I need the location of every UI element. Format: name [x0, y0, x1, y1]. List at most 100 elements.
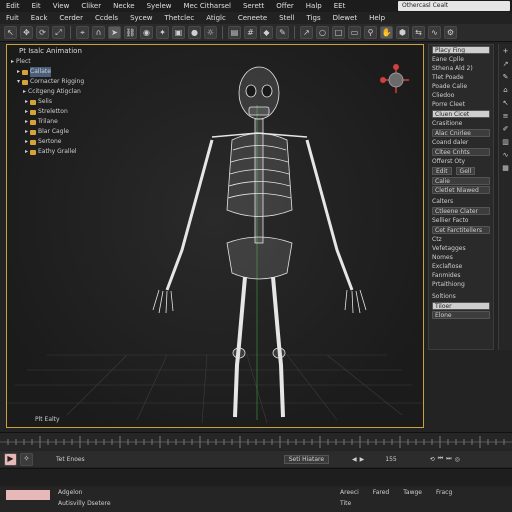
light-icon[interactable]: ✦ — [156, 26, 169, 39]
camera-icon[interactable]: ◉ — [140, 26, 153, 39]
sun-icon[interactable]: ☼ — [204, 26, 217, 39]
cylinder-icon[interactable]: ▭ — [348, 26, 361, 39]
menu-item[interactable]: Dlewet — [333, 14, 357, 22]
menu-item[interactable]: View — [53, 2, 70, 10]
property-row: Nomes — [432, 254, 453, 261]
settings-icon[interactable]: ⚙ — [444, 26, 457, 39]
box-icon[interactable]: □ — [332, 26, 345, 39]
plus-icon[interactable]: + — [501, 47, 510, 56]
pointer-icon[interactable]: ↗ — [300, 26, 313, 39]
brush-icon[interactable]: ✎ — [501, 73, 510, 82]
dropdown-field[interactable]: Cltee Cnhts — [432, 148, 490, 156]
grid-icon[interactable]: # — [244, 26, 257, 39]
menu-item[interactable]: Serett — [243, 2, 264, 10]
prev-key-icon[interactable]: ⏮ — [438, 455, 443, 463]
status-right-item[interactable]: Tawge — [403, 489, 422, 496]
play-icon[interactable]: ▶ — [360, 456, 365, 463]
menu-item[interactable]: Eit — [32, 2, 41, 10]
status-right-item[interactable]: Fracg — [436, 489, 452, 496]
magnet-icon[interactable]: ∩ — [92, 26, 105, 39]
menu-item[interactable]: Eack — [31, 14, 48, 22]
property-row: Fanmides — [432, 272, 461, 279]
menu-item[interactable]: Cliker — [81, 2, 101, 10]
key-filter-icon[interactable]: ✧ — [20, 452, 33, 466]
cursor-icon[interactable]: ↖ — [501, 99, 510, 108]
animation-track[interactable] — [0, 468, 512, 486]
weight-icon[interactable]: ⬢ — [396, 26, 409, 39]
pose-icon[interactable]: ✋ — [380, 26, 393, 39]
status-right-item[interactable]: Areeci — [340, 489, 359, 496]
snap-icon[interactable]: ⌖ — [76, 26, 89, 39]
key-icon[interactable]: ◆ — [260, 26, 273, 39]
cursor-icon[interactable]: ➤ — [108, 26, 121, 39]
status-right-item[interactable]: Fared — [373, 489, 389, 496]
dropdown-field[interactable]: Ctleene Clater — [432, 207, 490, 215]
menu-item[interactable]: Syelew — [147, 2, 172, 10]
dropdown-field[interactable]: Cet Farctitellers — [432, 226, 490, 234]
next-key-icon[interactable]: ⏭ — [446, 455, 451, 463]
loop-icon[interactable]: ⟲ — [430, 456, 435, 463]
tag-icon[interactable]: ⌂ — [501, 86, 510, 95]
properties-panel: Placy Fing Eane Cplle Sthena Ald 2) Tlet… — [428, 44, 494, 350]
rotate-tool-icon[interactable]: ⟳ — [36, 26, 49, 39]
paint-icon[interactable]: ✎ — [276, 26, 289, 39]
render-icon[interactable]: ▣ — [172, 26, 185, 39]
property-row: Coand daler — [432, 139, 469, 146]
menu-item[interactable]: Sycew — [130, 14, 152, 22]
menu-item[interactable]: Offer — [276, 2, 294, 10]
sliders-icon[interactable]: ≡ — [501, 112, 510, 121]
arrow-icon[interactable]: ↗ — [501, 60, 510, 69]
document-title-field[interactable]: Othercasl Cealt — [398, 1, 510, 11]
menu-item[interactable]: Mec Citharsel — [183, 2, 231, 10]
sphere-icon[interactable]: ○ — [316, 26, 329, 39]
timeline-mode-dropdown[interactable]: Seti Hiatare — [283, 454, 330, 464]
material-icon[interactable]: ● — [188, 26, 201, 39]
menu-item[interactable]: Stell — [279, 14, 294, 22]
menu-item[interactable]: Cerder — [59, 14, 83, 22]
menu-item[interactable]: Edit — [6, 2, 20, 10]
menu-item[interactable]: Ccdels — [95, 14, 118, 22]
mirror-icon[interactable]: ⇆ — [412, 26, 425, 39]
property-row: Eane Cplle — [432, 56, 464, 63]
camera-view-icon[interactable]: ◎ — [455, 456, 460, 463]
play-start-icon[interactable]: ◀ — [352, 456, 357, 463]
property-field[interactable]: Cluen Cicet — [432, 110, 490, 118]
menu-item[interactable]: Tigs — [307, 14, 321, 22]
dropdown-field[interactable]: Elone — [432, 311, 490, 319]
wave-icon[interactable]: ∿ — [501, 151, 510, 160]
section-header: Soltions — [432, 293, 456, 300]
menu-item[interactable]: Fuit — [6, 14, 19, 22]
record-icon[interactable]: ▶ — [4, 452, 17, 466]
gell-button[interactable]: Gell — [455, 167, 476, 175]
link-icon[interactable]: ⛓ — [124, 26, 137, 39]
menu-item[interactable]: Halp — [306, 2, 322, 10]
3d-viewport[interactable]: Pt Isalc Animation ▸ Plect ▸ Callate ▾ C… — [6, 44, 424, 428]
dropdown-field[interactable]: Alac Cnirlee — [432, 129, 490, 137]
select-tool-icon[interactable]: ↖ — [4, 26, 17, 39]
chart-icon[interactable]: ▥ — [501, 138, 510, 147]
timeline-label: Tet Enoes — [56, 455, 85, 463]
menu-item[interactable]: Atiglc — [206, 14, 226, 22]
property-field[interactable]: Calie — [432, 177, 490, 185]
curve-icon[interactable]: ∿ — [428, 26, 441, 39]
bone-icon[interactable]: ⚲ — [364, 26, 377, 39]
grid-icon[interactable]: ▦ — [501, 164, 510, 173]
scale-tool-icon[interactable]: ⤢ — [52, 26, 65, 39]
menu-item[interactable]: Help — [369, 14, 385, 22]
menu-item[interactable]: EEt — [334, 2, 346, 10]
timeline-ruler[interactable] — [0, 432, 512, 450]
header-field[interactable]: Placy Fing — [432, 46, 490, 54]
layer-icon[interactable]: ▤ — [228, 26, 241, 39]
edit-button[interactable]: Edit — [432, 167, 452, 175]
move-tool-icon[interactable]: ✥ — [20, 26, 33, 39]
skeleton-model[interactable] — [7, 45, 423, 427]
property-field[interactable]: Cletlet Nlawed — [432, 186, 490, 194]
pen-icon[interactable]: ✐ — [501, 125, 510, 134]
frame-field[interactable]: 155 — [385, 456, 396, 463]
menu-item[interactable]: Necke — [113, 2, 135, 10]
record-swatch[interactable] — [6, 490, 50, 500]
property-row: Cliedoo — [432, 92, 455, 99]
menu-item[interactable]: Ceneete — [238, 14, 267, 22]
menu-item[interactable]: Thetclec — [165, 14, 195, 22]
property-field[interactable]: Tiloer — [432, 302, 490, 310]
